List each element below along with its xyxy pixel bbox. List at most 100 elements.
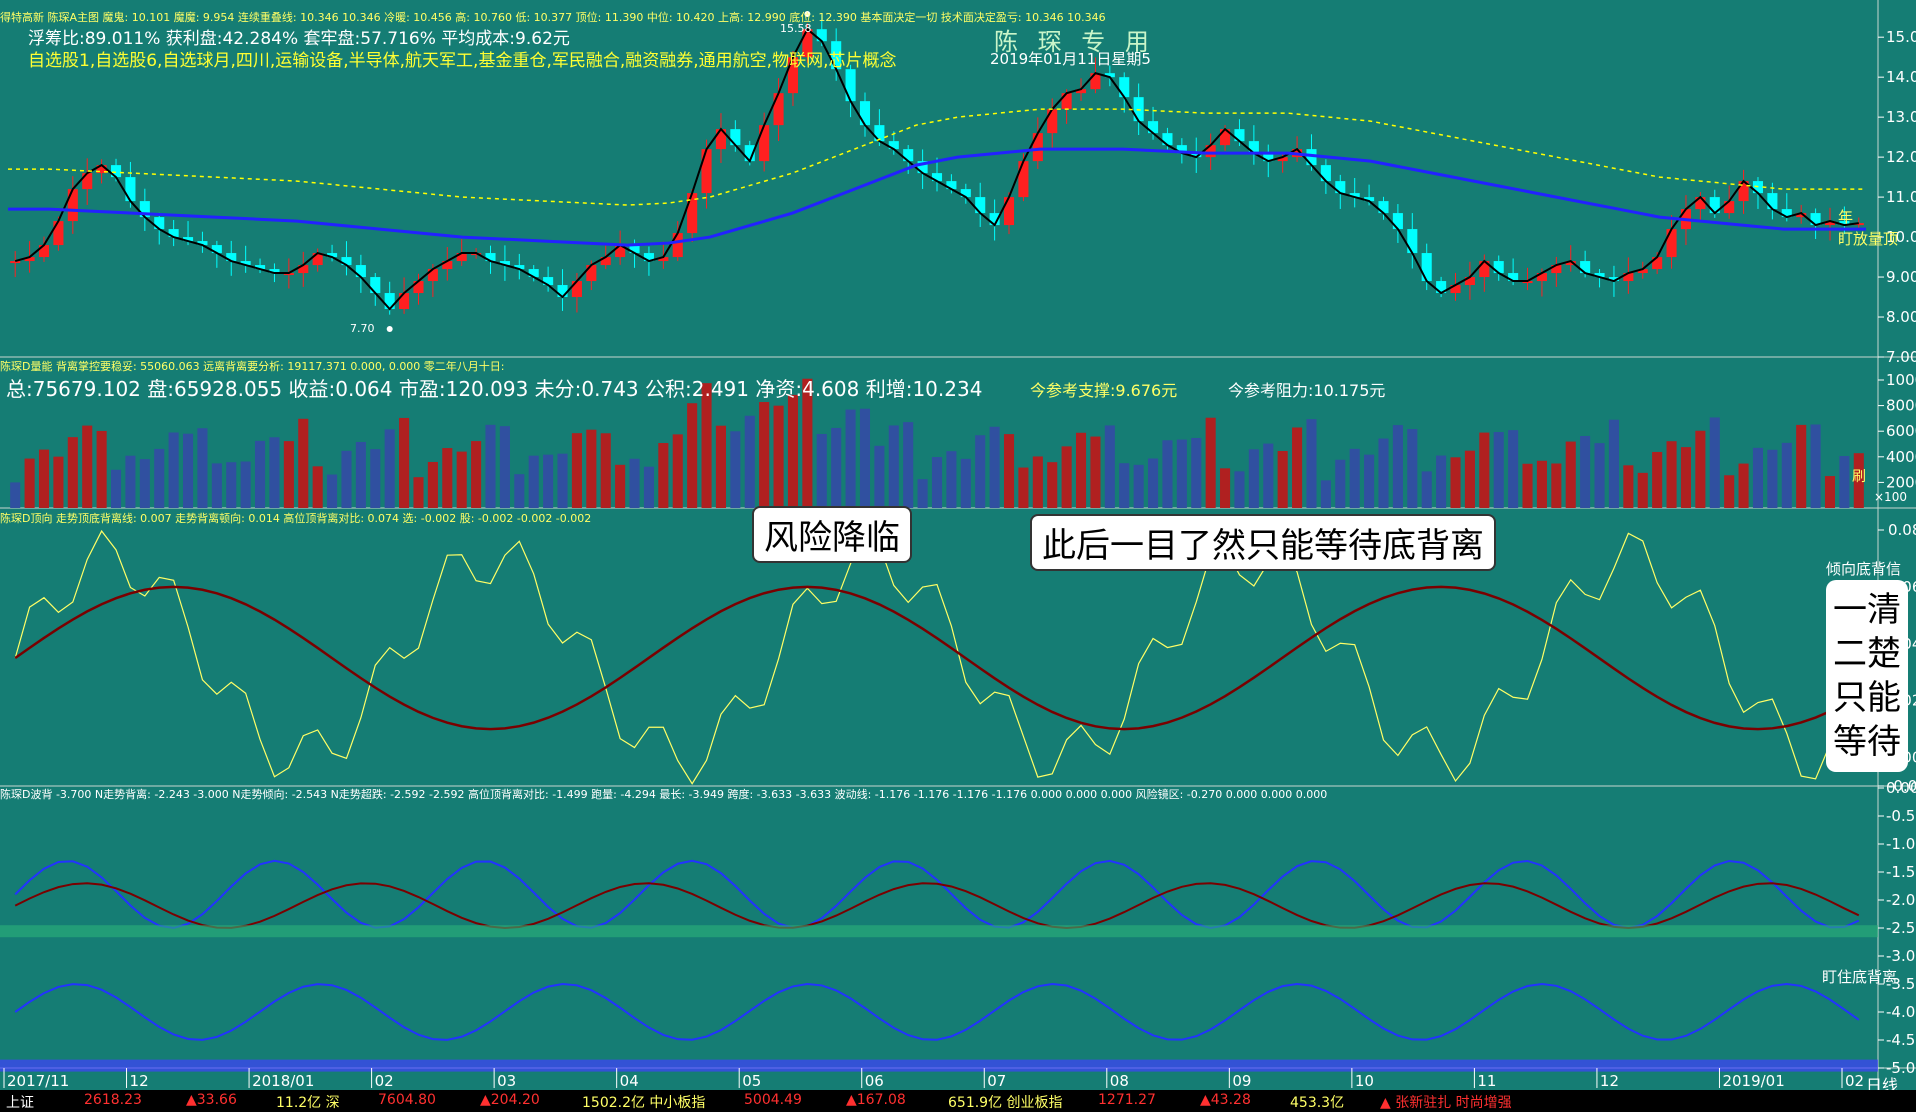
p2-support: 今参考支撑:9.676元: [1030, 381, 1178, 400]
date-label: 2019/01: [1722, 1072, 1784, 1090]
volume-bar: [816, 433, 827, 508]
volume-bar: [1364, 454, 1375, 508]
side-ann-line-2: 二楚: [1833, 634, 1901, 674]
date-label: 08: [1110, 1072, 1129, 1090]
candle-body: [1018, 161, 1029, 198]
candle-body: [53, 221, 64, 246]
candle-body: [399, 293, 410, 310]
price-tick-label: 13.00: [1886, 108, 1916, 126]
status-item: ▲ 张新驻扎 时尚增强: [1380, 1095, 1512, 1111]
right-axis: 15.0014.0013.0012.0011.0010.009.008.007.…: [1878, 28, 1916, 1077]
date-label: 04: [620, 1072, 639, 1090]
volume-bar: [543, 454, 554, 508]
candle-body: [571, 281, 582, 298]
wave-tick-label: -1.50: [1886, 863, 1916, 881]
status-item: ▲167.08: [846, 1092, 906, 1108]
candle-body: [975, 197, 986, 214]
volume-bar: [499, 426, 510, 508]
p1-header: 得特高新 陈琛A主图 魔鬼: 10.101 魔魔: 9.954 连续重叠线: 1…: [0, 11, 1106, 24]
volume-bar: [1781, 442, 1792, 508]
volume-bar: [1522, 463, 1533, 508]
candle-body: [1666, 229, 1677, 258]
volume-bar: [586, 429, 597, 508]
p3-header: 陈琛D顶向 走势顶底背离线: 0.007 走势背离顿向: 0.014 高位顶背离…: [0, 512, 592, 525]
wave-red-line: [14, 882, 1860, 930]
price-tick-label: 8.00: [1886, 308, 1916, 326]
date-label: 02: [375, 1072, 394, 1090]
status-item: ▲33.66: [186, 1092, 237, 1108]
candle-body: [1061, 93, 1072, 110]
date-label: 05: [742, 1072, 761, 1090]
volume-bar: [917, 479, 928, 508]
candle-body: [10, 261, 21, 264]
candle-body: [1119, 77, 1130, 98]
volume-bar: [960, 458, 971, 508]
volume-bar: [903, 422, 914, 508]
candle-body: [845, 69, 856, 102]
volume-bar: [1479, 432, 1490, 508]
volume-bar: [730, 431, 741, 508]
p1-right-label-2: 盯放量顶: [1838, 230, 1899, 248]
candle-body: [730, 129, 741, 146]
status-item: 5004.49: [744, 1092, 802, 1108]
p2-fundamentals: 总:75679.102 盘:65928.055 收益:0.064 市盈:120.…: [6, 377, 983, 401]
volume-bar: [1320, 480, 1331, 508]
status-bar: 上证 2618.23 ▲33.66 11.2亿 深 7604.80 ▲204.20 1502…: [0, 1090, 1916, 1111]
volume-bar: [1709, 417, 1720, 508]
volume-bar: [1493, 432, 1504, 508]
volume-bar: [355, 441, 366, 508]
volume-bar: [1248, 449, 1259, 508]
volume-bar: [1608, 419, 1619, 508]
volume-bar: [53, 456, 64, 508]
candle-body: [1320, 165, 1331, 182]
volume-tick-label: 4000: [1886, 448, 1916, 466]
volume-bar: [859, 408, 871, 508]
volume-bar: [672, 434, 683, 508]
wave-tick-label: -1.00: [1886, 835, 1916, 853]
volume-bar: [1349, 448, 1360, 508]
volume-bar: [946, 451, 957, 508]
volume-bar: [845, 409, 856, 508]
date-label: 06: [865, 1072, 884, 1090]
price-tick-label: 15.00: [1886, 28, 1916, 46]
p4-header: 陈琛D波背 -3.700 N走势背离: -2.243 -3.000 N走势倾向:…: [0, 788, 1328, 801]
volume-bar: [370, 449, 381, 508]
volume-bar: [211, 463, 222, 508]
volume-bar: [139, 459, 150, 508]
volume-bar: [888, 425, 899, 508]
candle-body: [1003, 197, 1015, 226]
side-ann-line-4: 等待: [1833, 722, 1901, 762]
price-tick-label: 9.00: [1886, 268, 1916, 286]
volume-bar: [1234, 471, 1245, 508]
date-label: 12: [1600, 1072, 1619, 1090]
divergence-panel: [14, 529, 1860, 785]
price-tick-label: 12.00: [1886, 148, 1916, 166]
volume-bar: [168, 432, 179, 508]
volume-bar: [1162, 440, 1173, 508]
volume-tick-label: 2000: [1886, 473, 1916, 491]
volume-bar: [787, 394, 799, 508]
volume-bar: [1220, 468, 1231, 508]
volume-bar: [1292, 427, 1303, 508]
volume-bar: [1724, 475, 1735, 508]
p2-header: 陈琛D量能 背离掌控要稳妥: 55060.063 远离背离要分析: 19117.…: [0, 360, 505, 373]
volume-bar: [1551, 463, 1562, 508]
volume-bar: [226, 462, 237, 508]
volume-bar: [1824, 476, 1836, 508]
annotation-risk: 风险降临: [752, 506, 912, 563]
candle-body: [859, 101, 871, 126]
p4-right-label: 盯住底背离: [1822, 968, 1898, 986]
volume-bar: [629, 458, 640, 508]
volume-bar: [1508, 430, 1519, 508]
candle-body: [82, 173, 93, 190]
chart-stage: 15.0014.0013.0012.0011.0010.009.008.007.…: [0, 0, 1916, 1111]
chart-canvas[interactable]: 15.0014.0013.0012.0011.0010.009.008.007.…: [0, 0, 1916, 1110]
volume-bar: [1392, 425, 1403, 508]
volume-bar: [312, 466, 323, 508]
volume-bar: [1061, 446, 1072, 508]
annotation-side: 一清 二楚 只能 等待: [1826, 580, 1908, 772]
volume-bar: [485, 424, 496, 508]
volume-bar: [514, 474, 525, 508]
volume-bar: [1594, 443, 1605, 508]
candle-body: [125, 177, 136, 202]
